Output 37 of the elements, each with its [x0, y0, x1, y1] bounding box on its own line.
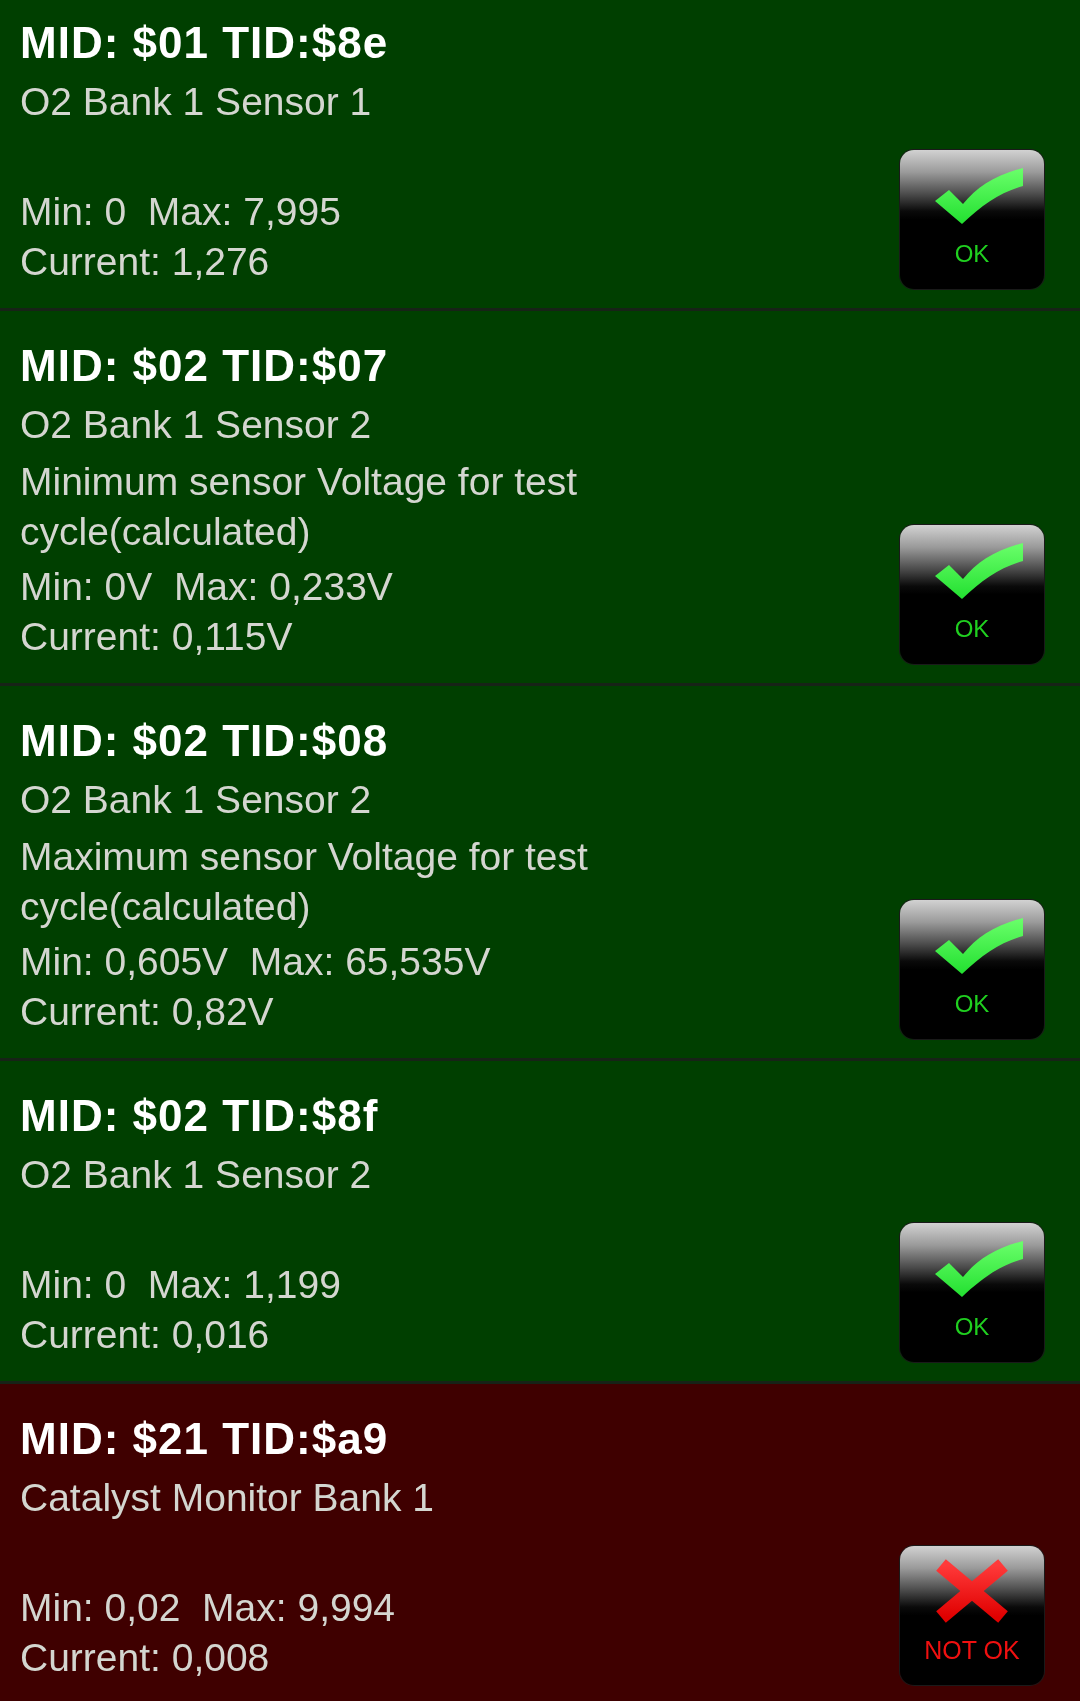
cross-icon	[934, 1558, 1010, 1624]
test-result-row[interactable]: MID: $02 TID:$8f O2 Bank 1 Sensor 2 Min: 0 Max: 1,199 Current: 0,016 OK	[0, 1061, 1080, 1381]
test-result-row[interactable]: MID: $02 TID:$08 O2 Bank 1 Sensor 2 Maximum sensor Voltage for test cycle(calculated) Min: 0,605V Max: 65,535V Current: 0,82V OK	[0, 686, 1080, 1058]
test-result-row[interactable]: MID: $01 TID:$8e O2 Bank 1 Sensor 1 Min: 0 Max: 7,995 Current: 1,276 OK	[0, 0, 1080, 308]
status-label: OK	[954, 990, 990, 1018]
test-description: Minimum sensor Voltage for test cycle(calculated)	[20, 459, 579, 555]
check-icon	[935, 166, 1023, 224]
status-label: OK	[954, 1313, 990, 1341]
test-description: Maximum sensor Voltage for test cycle(calculated)	[20, 834, 589, 930]
status-label: OK	[954, 240, 990, 268]
sensor-name: O2 Bank 1 Sensor 2	[20, 402, 372, 448]
sensor-name: O2 Bank 1 Sensor 2	[20, 1152, 372, 1198]
sensor-name: O2 Bank 1 Sensor 1	[20, 79, 372, 125]
current-value: Current: 0,82V	[20, 989, 274, 1035]
sensor-name: Catalyst Monitor Bank 1	[20, 1475, 434, 1521]
status-label: NOT OK	[924, 1636, 1020, 1664]
test-id-title: MID: $02 TID:$08	[20, 716, 389, 766]
check-icon	[935, 541, 1023, 599]
current-value: Current: 0,008	[20, 1635, 270, 1681]
current-value: Current: 0,115V	[20, 614, 293, 660]
test-id-title: MID: $21 TID:$a9	[20, 1414, 389, 1464]
check-icon	[935, 1239, 1023, 1297]
current-value: Current: 0,016	[20, 1312, 270, 1358]
min-max-limits: Min: 0,605V Max: 65,535V	[20, 939, 491, 985]
min-max-limits: Min: 0 Max: 7,995	[20, 189, 341, 235]
test-id-title: MID: $02 TID:$07	[20, 341, 389, 391]
test-id-title: MID: $02 TID:$8f	[20, 1091, 379, 1141]
min-max-limits: Min: 0V Max: 0,233V	[20, 564, 393, 610]
test-result-row[interactable]: MID: $21 TID:$a9 Catalyst Monitor Bank 1 Min: 0,02 Max: 9,994 Current: 0,008 NOT OK	[0, 1384, 1080, 1701]
status-label: OK	[954, 615, 990, 643]
min-max-limits: Min: 0,02 Max: 9,994	[20, 1585, 396, 1631]
test-id-title: MID: $01 TID:$8e	[20, 18, 389, 68]
current-value: Current: 1,276	[20, 239, 270, 285]
check-icon	[935, 916, 1023, 974]
min-max-limits: Min: 0 Max: 1,199	[20, 1262, 341, 1308]
sensor-name: O2 Bank 1 Sensor 2	[20, 777, 372, 823]
test-result-row[interactable]: MID: $02 TID:$07 O2 Bank 1 Sensor 2 Minimum sensor Voltage for test cycle(calculated) Min: 0V Max: 0,233V Current: 0,115V OK	[0, 311, 1080, 683]
